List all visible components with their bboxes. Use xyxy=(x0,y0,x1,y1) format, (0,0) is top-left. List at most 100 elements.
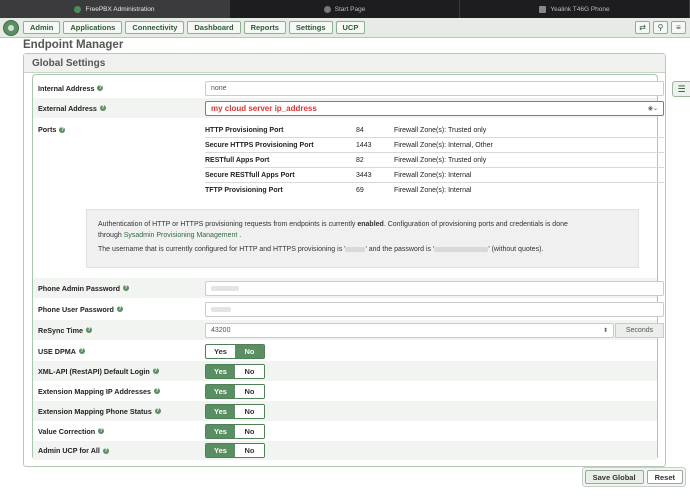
seconds-unit-label: Seconds xyxy=(615,323,664,338)
global-settings-panel: Global Settings Internal Address? none E… xyxy=(23,53,666,467)
no-option[interactable]: No xyxy=(235,385,264,398)
use-dpma-label: USE DPMA? xyxy=(38,346,85,356)
provisioning-auth-notice: Authentication of HTTP or HTTPS provisio… xyxy=(86,209,639,268)
transfer-icon[interactable]: ⇄ xyxy=(635,21,650,34)
nav-right-tools: ⇄ ⚲ ≡ xyxy=(635,21,686,34)
ext-mapping-status-toggle: Yes No xyxy=(205,404,265,419)
value-correction-toggle: Yes No xyxy=(205,424,265,439)
no-option[interactable]: No xyxy=(235,405,264,418)
reset-button[interactable]: Reset xyxy=(646,470,683,484)
menu-icon[interactable]: ≡ xyxy=(671,21,686,34)
help-icon[interactable]: ? xyxy=(123,285,130,291)
help-icon[interactable]: ? xyxy=(99,105,106,111)
no-option[interactable]: No xyxy=(235,345,264,358)
ports-label: Ports? xyxy=(38,125,66,134)
xml-api-toggle: Yes No xyxy=(205,364,265,379)
help-icon[interactable]: ? xyxy=(152,368,159,374)
yes-option[interactable]: Yes xyxy=(206,365,235,378)
nav-applications[interactable]: Applications xyxy=(63,21,123,34)
external-address-input[interactable]: my cloud server ip_address ◉⌄ xyxy=(205,101,664,116)
yealink-favicon-icon xyxy=(539,5,547,13)
ext-mapping-ip-label: Extension Mapping IP Addresses? xyxy=(38,386,161,396)
yes-option[interactable]: Yes xyxy=(206,425,235,438)
no-option[interactable]: No xyxy=(235,444,264,457)
help-icon[interactable]: ? xyxy=(86,327,93,333)
browser-tab-title: Yealink T46G Phone xyxy=(550,5,610,13)
no-option[interactable]: No xyxy=(235,365,264,378)
phone-user-password-input[interactable] xyxy=(205,302,664,317)
help-icon[interactable]: ? xyxy=(102,447,109,454)
admin-ucp-label: Admin UCP for All? xyxy=(38,446,109,455)
value-correction-label: Value Correction? xyxy=(38,426,105,436)
phone-admin-password-row: Phone Admin Password? xyxy=(33,278,664,298)
ports-table: HTTP Provisioning Port 84 Firewall Zone(s)… xyxy=(205,123,664,198)
help-icon[interactable]: ? xyxy=(98,428,105,434)
chevron-down-icon[interactable]: ◉⌄ xyxy=(648,105,658,112)
ext-mapping-status-label: Extension Mapping Phone Status? xyxy=(38,406,161,416)
section-title: Global Settings xyxy=(24,54,665,73)
browser-tab-start-page[interactable]: Start Page xyxy=(230,0,460,18)
external-address-row: External Address? my cloud server ip_add… xyxy=(33,98,664,118)
no-option[interactable]: No xyxy=(235,425,264,438)
resync-time-row: ReSync Time? 43200 ⬍ Seconds xyxy=(33,320,664,340)
external-address-label: External Address? xyxy=(38,103,106,113)
nav-reports[interactable]: Reports xyxy=(243,21,286,34)
table-row: Secure RESTfull Apps Port 3443 Firewall Zo… xyxy=(205,168,664,183)
help-icon[interactable]: ? xyxy=(59,126,66,133)
settings-form: Internal Address? none External Address?… xyxy=(32,74,664,460)
nav-connectivity[interactable]: Connectivity xyxy=(125,21,185,34)
use-dpma-toggle: Yes No xyxy=(205,344,265,359)
freepbx-favicon-icon xyxy=(74,5,82,13)
freepbx-logo-icon[interactable] xyxy=(3,20,19,36)
ext-mapping-ip-toggle: Yes No xyxy=(205,384,265,399)
browser-tab-title: Start Page xyxy=(334,5,366,13)
top-navigation-bar: Admin Applications Connectivity Dashboar… xyxy=(0,18,690,38)
xml-api-label: XML-API (RestAPI) Default Login? xyxy=(38,366,159,376)
table-row: TFTP Provisioning Port 69 Firewall Zone(s)… xyxy=(205,187,472,194)
yes-option[interactable]: Yes xyxy=(206,385,235,398)
help-icon[interactable]: ? xyxy=(154,408,161,414)
ext-mapping-ip-row: Extension Mapping IP Addresses? Yes No xyxy=(33,381,657,401)
yes-option[interactable]: Yes xyxy=(206,444,235,457)
resync-time-input[interactable]: 43200 ⬍ xyxy=(205,323,614,338)
save-global-button[interactable]: Save Global xyxy=(584,470,644,484)
main-menu: Admin Applications Connectivity Dashboar… xyxy=(23,21,366,34)
browser-tab-freepbx[interactable]: FreePBX Administration xyxy=(0,0,230,18)
internal-address-row: Internal Address? none xyxy=(33,79,664,97)
nav-settings[interactable]: Settings xyxy=(288,21,333,34)
side-list-icon[interactable]: ☰ xyxy=(672,81,690,97)
nav-dashboard[interactable]: Dashboard xyxy=(187,21,241,34)
resync-time-label: ReSync Time? xyxy=(38,325,93,335)
table-row: HTTP Provisioning Port 84 Firewall Zone(s)… xyxy=(205,123,664,138)
search-icon[interactable]: ⚲ xyxy=(653,21,668,34)
sysadmin-provisioning-link[interactable]: Sysadmin Provisioning Management xyxy=(124,232,238,239)
internal-address-input[interactable]: none xyxy=(205,81,664,96)
yes-option[interactable]: Yes xyxy=(206,345,235,358)
masked-password xyxy=(434,246,489,252)
help-icon[interactable]: ? xyxy=(97,85,104,91)
nav-admin[interactable]: Admin xyxy=(23,21,61,34)
help-icon[interactable]: ? xyxy=(116,306,123,312)
browser-tab-strip: FreePBX Administration Start Page Yealin… xyxy=(0,0,690,18)
ext-mapping-status-row: Extension Mapping Phone Status? Yes No xyxy=(33,401,657,421)
nav-ucp[interactable]: UCP xyxy=(335,21,366,34)
action-buttons: Save Global Reset xyxy=(581,467,686,487)
globe-icon xyxy=(323,5,331,13)
phone-user-password-row: Phone User Password? xyxy=(33,299,664,319)
stepper-icon[interactable]: ⬍ xyxy=(603,327,608,334)
help-icon[interactable]: ? xyxy=(154,388,161,394)
phone-admin-password-input[interactable] xyxy=(205,281,664,296)
phone-admin-password-label: Phone Admin Password? xyxy=(38,283,130,293)
admin-ucp-row: Admin UCP for All? Yes No xyxy=(33,441,657,460)
action-bar: Save Global Reset xyxy=(0,467,690,496)
phone-user-password-label: Phone User Password? xyxy=(38,304,123,314)
table-row: Secure HTTPS Provisioning Port 1443 Firewa… xyxy=(205,138,664,153)
browser-tab-yealink[interactable]: Yealink T46G Phone xyxy=(460,0,690,18)
masked-username xyxy=(345,246,366,252)
xml-api-row: XML-API (RestAPI) Default Login? Yes No xyxy=(33,361,657,381)
page-title: Endpoint Manager xyxy=(23,39,124,51)
help-icon[interactable]: ? xyxy=(78,348,85,354)
value-correction-row: Value Correction? Yes No xyxy=(33,421,657,441)
yes-option[interactable]: Yes xyxy=(206,405,235,418)
internal-address-label: Internal Address? xyxy=(38,83,104,93)
